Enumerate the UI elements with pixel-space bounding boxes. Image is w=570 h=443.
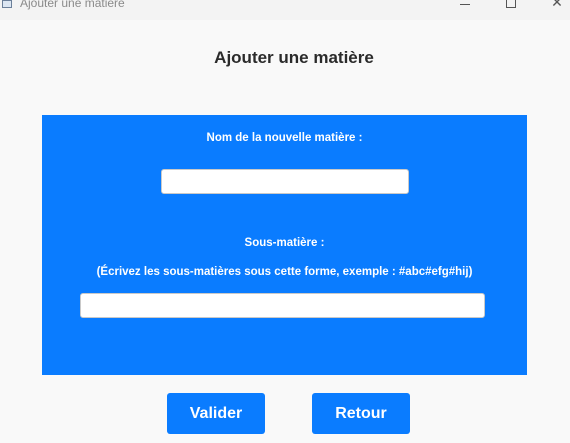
validate-button[interactable]: Valider <box>167 393 265 434</box>
back-button[interactable]: Retour <box>312 393 410 434</box>
maximize-icon <box>506 0 516 8</box>
subject-name-label: Nom de la nouvelle matière : <box>206 132 363 144</box>
submatter-label: Sous-matière : <box>244 237 325 249</box>
maximize-button[interactable] <box>488 0 534 14</box>
page-title: Ajouter une matière <box>214 48 374 67</box>
minimize-button[interactable] <box>442 0 488 14</box>
submatter-hint: (Écrivez les sous-matières sous cette fo… <box>96 266 473 278</box>
close-icon: ✕ <box>551 0 563 10</box>
subject-name-input[interactable] <box>161 169 409 194</box>
form-panel: Nom de la nouvelle matière : Sous-matièr… <box>42 115 527 375</box>
app-icon <box>2 0 12 8</box>
close-button[interactable]: ✕ <box>534 0 570 14</box>
window-titlebar: Ajouter une matière ✕ <box>0 0 570 20</box>
submatter-input[interactable] <box>80 293 485 318</box>
minimize-icon <box>460 3 470 5</box>
window-title: Ajouter une matière <box>20 0 125 10</box>
